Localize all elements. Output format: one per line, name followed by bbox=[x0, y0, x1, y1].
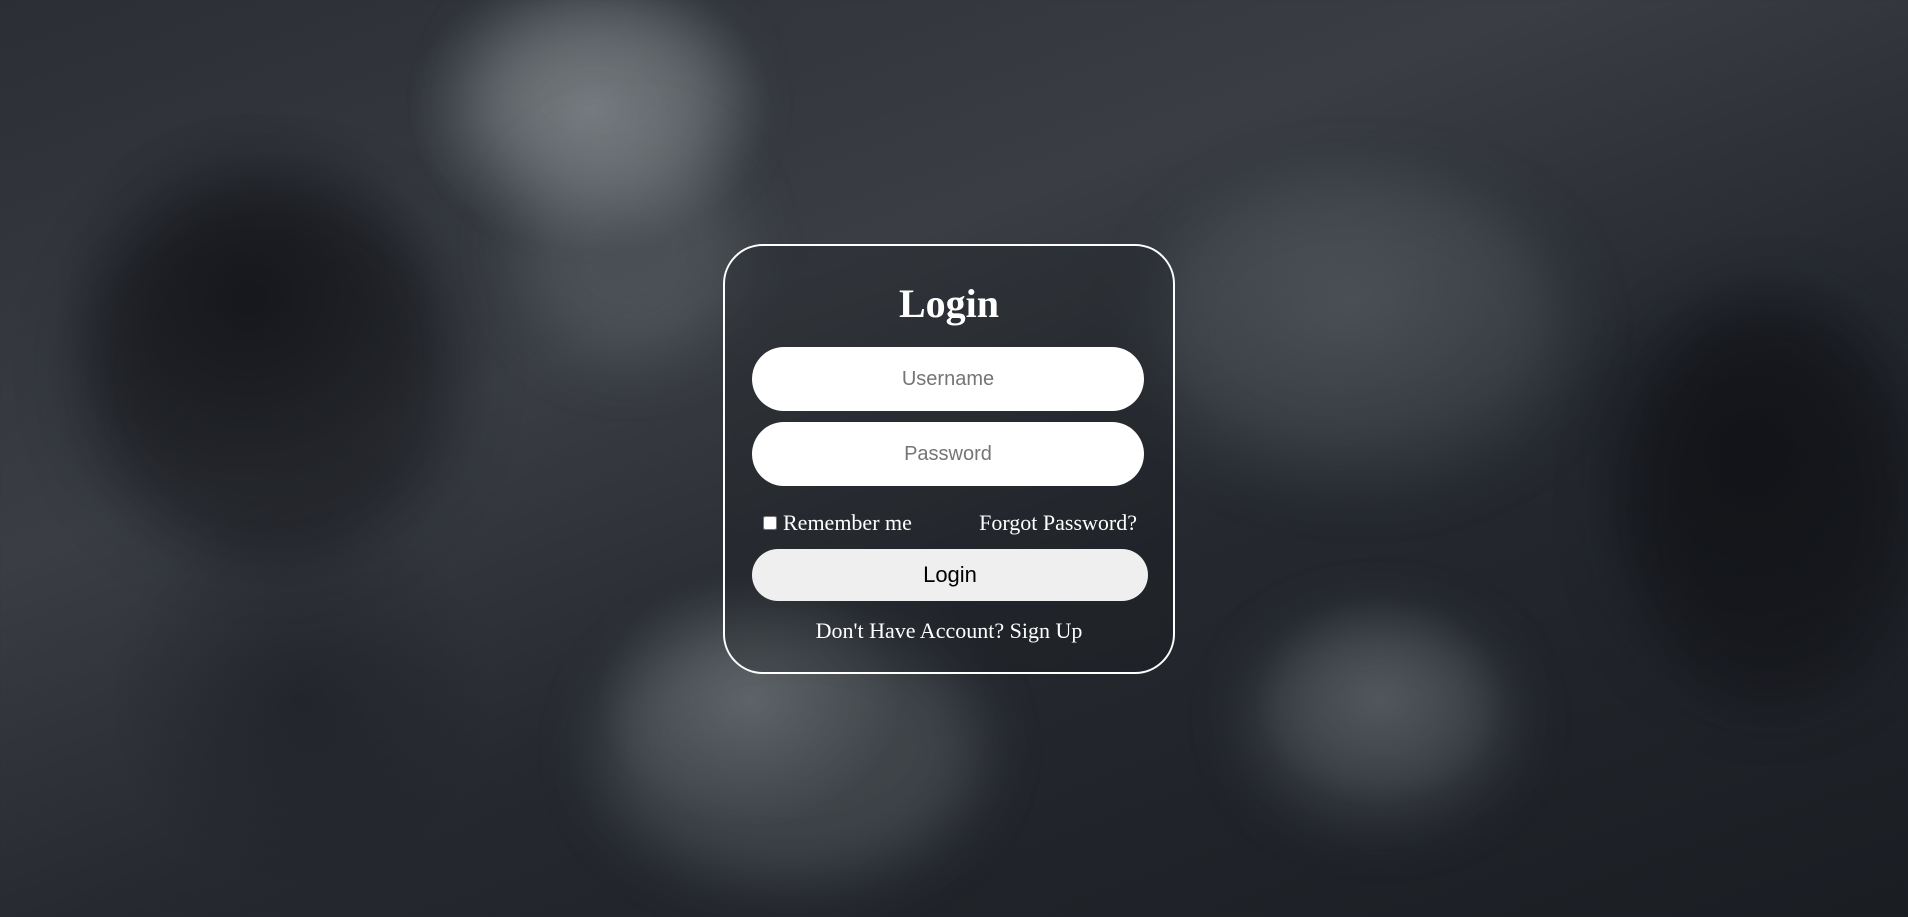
signup-prompt: Don't Have Account? Sign Up bbox=[725, 618, 1173, 644]
login-card: Login Remember me Forgot Password? Login… bbox=[723, 244, 1175, 674]
cloud-highlight bbox=[1250, 620, 1510, 820]
forgot-password-link[interactable]: Forgot Password? bbox=[979, 510, 1137, 536]
cloud-shadow bbox=[80, 180, 460, 560]
cloud-highlight bbox=[1150, 180, 1570, 480]
remember-me[interactable]: Remember me bbox=[763, 510, 912, 536]
password-input[interactable] bbox=[752, 422, 1144, 486]
cloud-shadow bbox=[1620, 300, 1908, 700]
remember-me-checkbox[interactable] bbox=[763, 516, 777, 530]
cloud-highlight bbox=[470, 0, 730, 200]
signup-link[interactable]: Sign Up bbox=[1010, 618, 1083, 643]
username-input[interactable] bbox=[752, 347, 1144, 411]
options-row: Remember me Forgot Password? bbox=[763, 508, 1137, 538]
remember-me-label: Remember me bbox=[783, 510, 912, 535]
login-title: Login bbox=[898, 281, 1000, 326]
login-button[interactable]: Login bbox=[752, 549, 1148, 601]
cloud-highlight bbox=[520, 140, 740, 360]
signup-prompt-text: Don't Have Account? bbox=[815, 618, 1005, 643]
